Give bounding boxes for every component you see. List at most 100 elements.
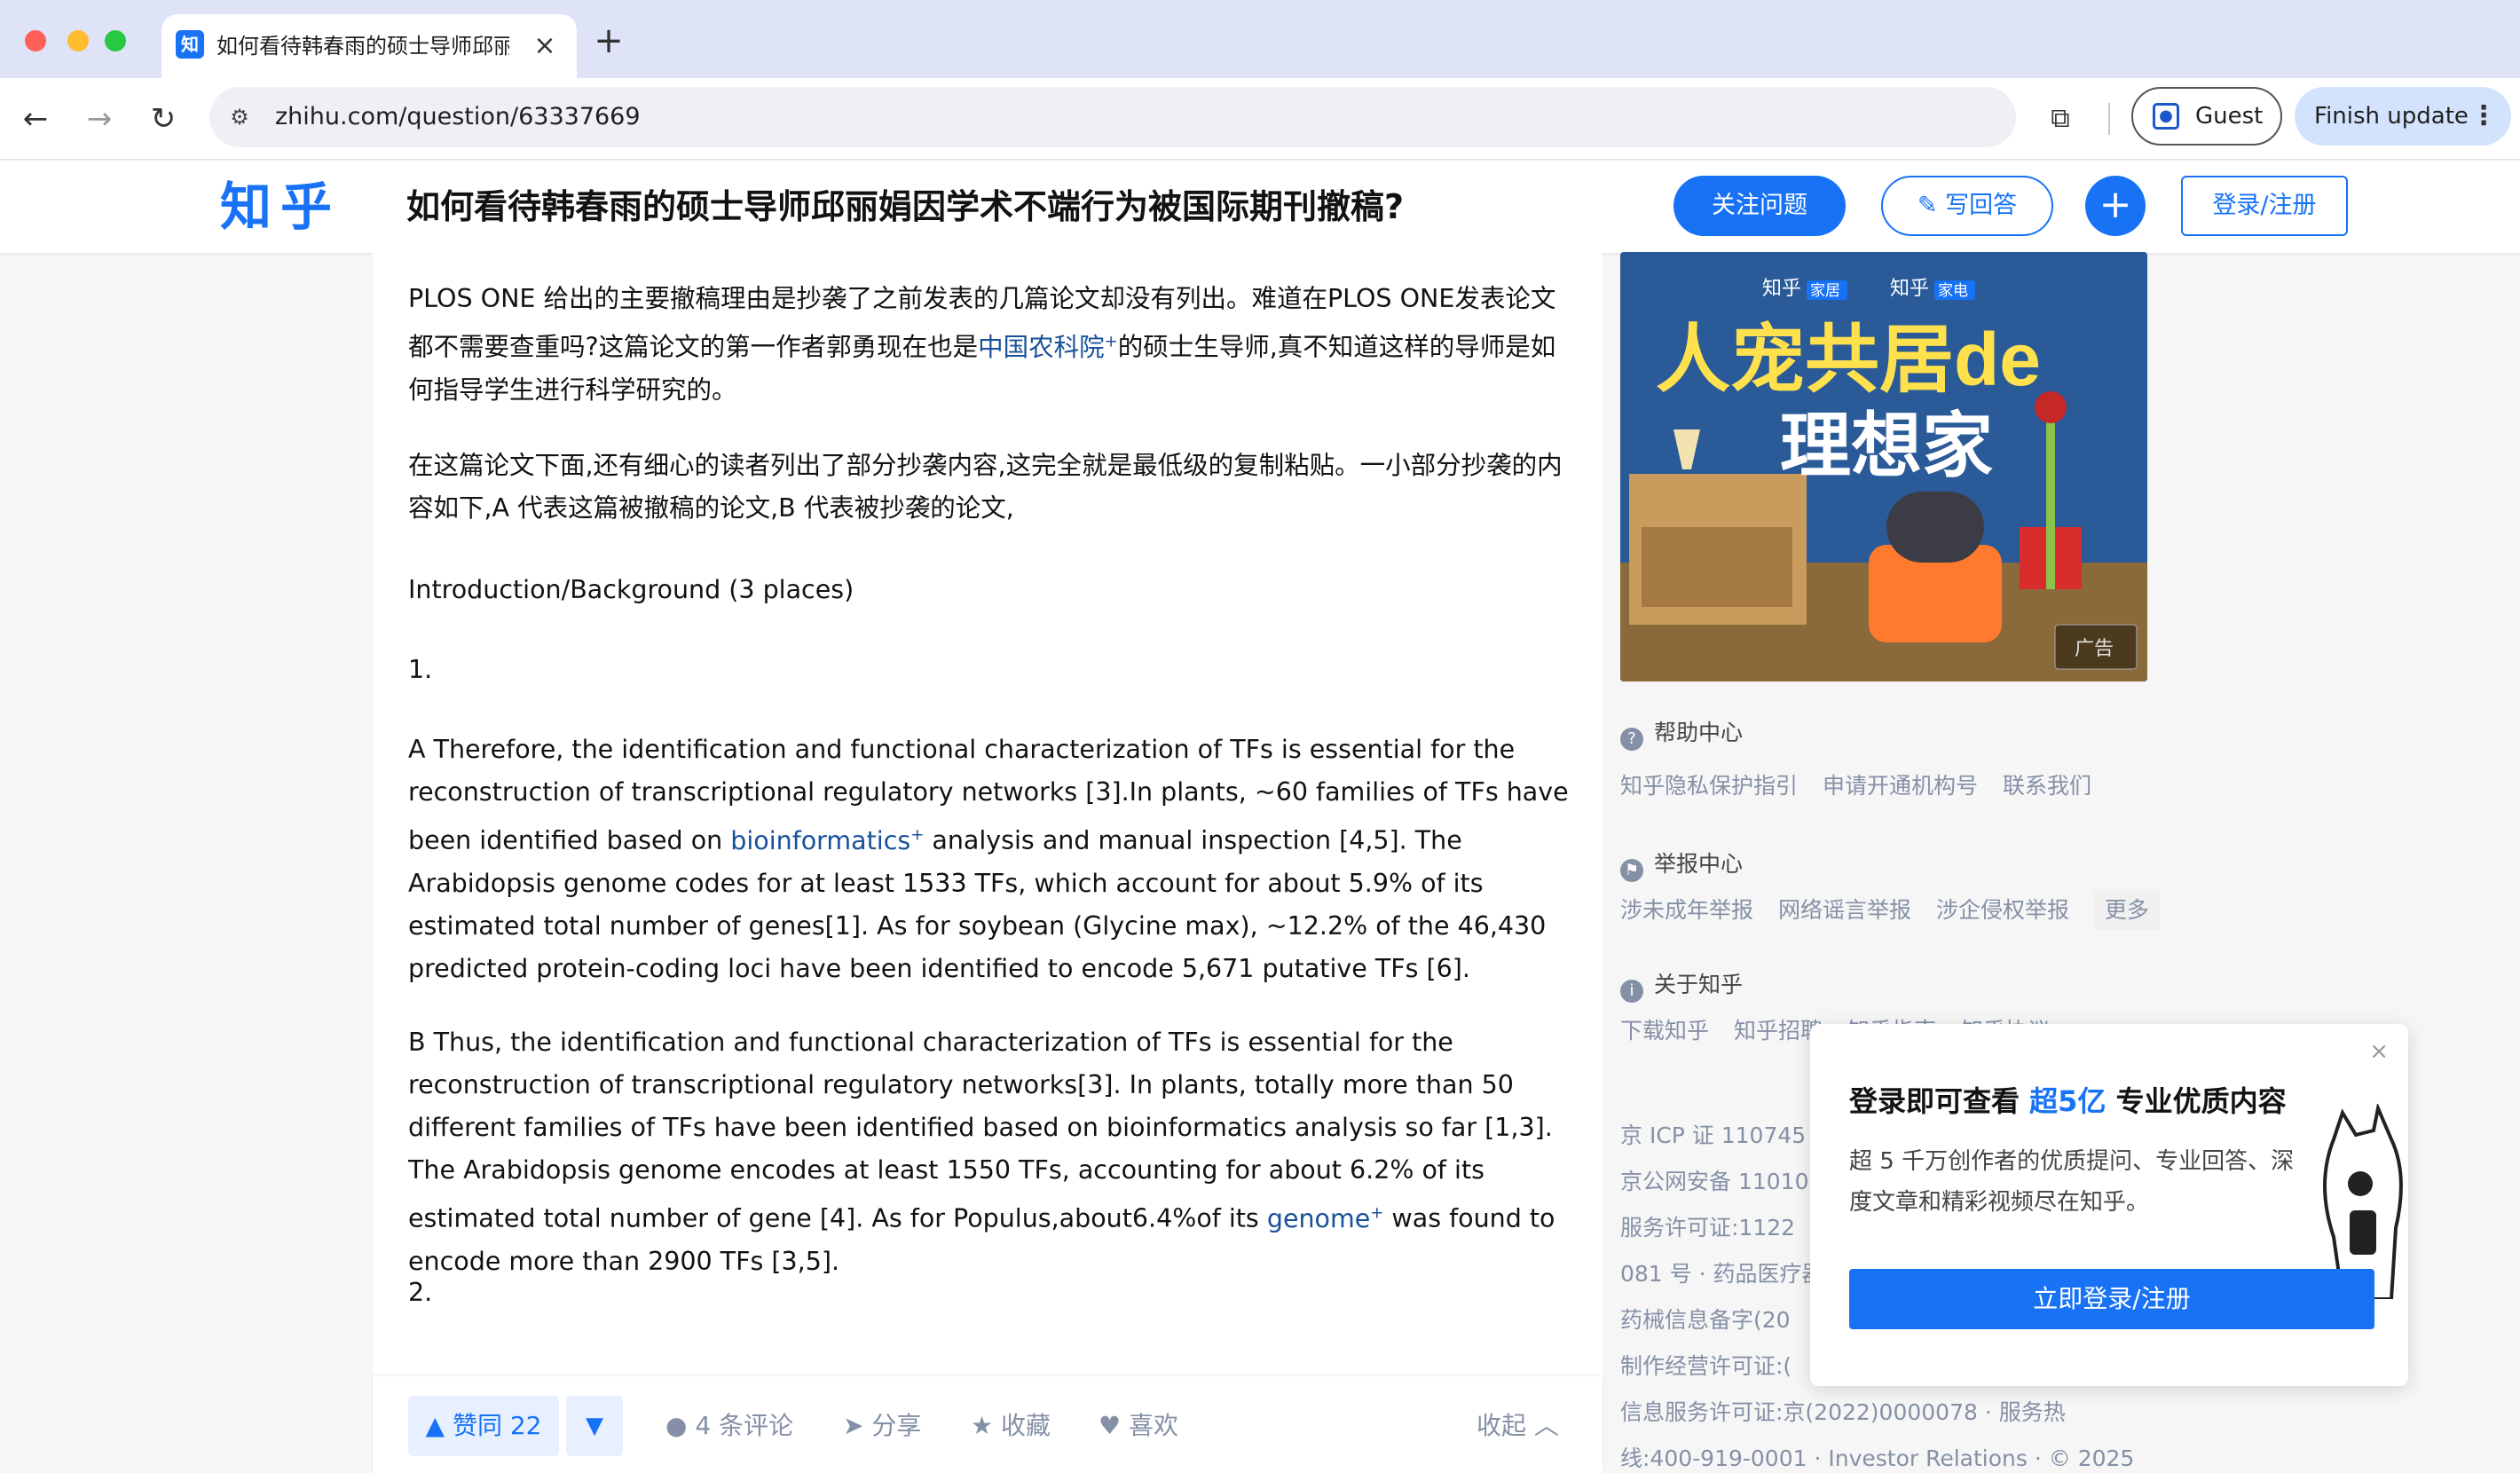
follow-question-button[interactable]: 关注问题 [1673, 176, 1846, 236]
answer-paragraph-5: A Therefore, the identification and func… [408, 729, 1579, 990]
sidebar-ad[interactable]: 知乎 家居 知乎 家电 人宠共居de 理想家 广告 [1620, 252, 2147, 681]
footer-line[interactable]: 药械信息备字(20 [1620, 1297, 1791, 1343]
report-center-heading: ⚑ 举报中心 [1620, 847, 1743, 882]
browser-tab-bar: 知 如何看待韩春雨的硕士导师邱丽娟因学术不端行为被国际期刊撤稿? × + [0, 0, 2520, 78]
back-button[interactable]: ← [12, 96, 59, 142]
minimize-window-button[interactable] [67, 30, 89, 51]
collect-label: 收藏 [1001, 1411, 1051, 1440]
help-links: 知乎隐私保护指引 申请开通机构号 联系我们 [1620, 767, 2109, 806]
footer-line[interactable]: 京 ICP 证 110745 号 [1620, 1113, 1835, 1159]
ad-headline: 人宠共居de [1656, 318, 2041, 401]
comment-icon: ● [665, 1411, 696, 1440]
about-zhihu-heading: i 关于知乎 [1620, 967, 1743, 1003]
help-center-heading: ? 帮助中心 [1620, 715, 1743, 751]
link-jobs[interactable]: 知乎招聘 [1734, 1018, 1823, 1044]
upvote-button[interactable]: ▲ 赞同 22 [408, 1396, 559, 1456]
flag-icon: ⚑ [1620, 859, 1643, 882]
guest-label: Guest [2195, 103, 2264, 130]
reload-button[interactable]: ↻ [140, 96, 186, 142]
link-apply-org-account[interactable]: 申请开通机构号 [1823, 773, 1978, 799]
heart-icon: ♥ [1099, 1411, 1130, 1440]
popup-title-highlight: 超5亿 [2029, 1084, 2107, 1118]
comments-label: 4 条评论 [695, 1411, 794, 1440]
help-center-label: 帮助中心 [1654, 720, 1744, 745]
close-window-button[interactable] [25, 30, 46, 51]
question-icon: ? [1620, 728, 1643, 751]
tab-title: 如何看待韩春雨的硕士导师邱丽娟因学术不端行为被国际期刊撤稿? [217, 34, 509, 59]
zoom-window-button[interactable] [105, 30, 126, 51]
question-title: 如何看待韩春雨的硕士导师邱丽娟因学术不端行为被国际期刊撤稿? [406, 187, 1405, 226]
login-now-button[interactable]: 立即登录/注册 [1849, 1269, 2374, 1329]
footer-line[interactable]: 制作经营许可证:( [1620, 1343, 1792, 1390]
login-register-button[interactable]: 登录/注册 [2181, 176, 2348, 236]
share-button[interactable]: ➤ 分享 [843, 1396, 921, 1456]
answer-paragraph-4: 1. [408, 655, 433, 684]
ad-illustration: 知乎 家居 知乎 家电 人宠共居de 理想家 广告 [1620, 252, 2147, 681]
link-caas[interactable]: 中国农科院+ [978, 332, 1118, 362]
ad-brand: 知乎 [1762, 277, 1801, 299]
more-button[interactable]: 更多 [2093, 891, 2160, 930]
login-popup: × 登录即可查看 超5亿 专业优质内容 超 5 千万创作者的优质提问、专业回答、… [1810, 1024, 2408, 1386]
forward-button[interactable]: → [76, 96, 122, 142]
comments-button[interactable]: ● 4 条评论 [665, 1396, 793, 1456]
answer-paragraph-3: Introduction/Background (3 places) [408, 575, 854, 604]
more-menu-icon[interactable]: ⋮ [2470, 87, 2497, 146]
ad-brand: 知乎 [1890, 277, 1929, 299]
ad-tag: 广告 [2075, 637, 2114, 659]
collapse-button[interactable]: 收起 ︿ [1477, 1396, 1559, 1456]
link-bioinformatics[interactable]: bioinformatics+ [730, 825, 925, 855]
link-download[interactable]: 下载知乎 [1620, 1018, 1709, 1044]
browser-toolbar: ← → ↻ ⚙ zhihu.com/question/63337669 ⧉ ● … [0, 78, 2520, 160]
toolbar-divider [2108, 103, 2110, 135]
report-links: 涉未成年举报 网络谣言举报 涉企侵权举报 更多 [1620, 891, 2177, 930]
add-button[interactable]: + [2085, 176, 2146, 236]
search-tabs-icon[interactable]: ⧉ [2041, 101, 2080, 137]
url-text[interactable]: zhihu.com/question/63337669 [275, 87, 641, 147]
ad-brand-tag: 家电 [1938, 282, 1968, 299]
link-contact-us[interactable]: 联系我们 [2003, 773, 2091, 799]
paragraph-text: B Thus, the identification and functiona… [408, 1028, 1553, 1233]
info-icon: i [1620, 980, 1643, 1003]
answer-card: PLOS ONE 给出的主要撤稿理由是抄袭了之前发表的几篇论文却没有列出。难道在… [373, 253, 1603, 1473]
like-label: 喜欢 [1129, 1411, 1179, 1440]
write-answer-button[interactable]: ✎ 写回答 [1881, 176, 2053, 236]
popup-title-text: 专业优质内容 [2106, 1084, 2287, 1118]
browser-tab-active[interactable]: 知 如何看待韩春雨的硕士导师邱丽娟因学术不端行为被国际期刊撤稿? × [161, 14, 577, 78]
answer-paragraph-2: 在这篇论文下面,还有细心的读者列出了部分抄袭内容,这完全就是最低级的复制粘贴。一… [408, 451, 1563, 523]
zhihu-logo[interactable]: 知乎 [220, 161, 341, 253]
collapse-label: 收起 [1477, 1411, 1527, 1440]
finish-update-button[interactable]: Finish update ⋮ [2295, 87, 2511, 146]
ad-headline: 理想家 [1780, 406, 1993, 485]
footer-line[interactable]: 服务许可证:1122 [1620, 1205, 1795, 1251]
popup-title-text: 登录即可查看 [1849, 1084, 2030, 1118]
site-settings-icon[interactable]: ⚙ [225, 103, 254, 131]
answer-paragraph-1: PLOS ONE 给出的主要撤稿理由是抄袭了之前发表的几篇论文却没有列出。难道在… [408, 278, 1579, 412]
popup-description: 超 5 千万创作者的优质提问、专业回答、深度文章和精彩视频尽在知乎。 [1849, 1148, 2295, 1216]
answer-paragraph-7: 2. [408, 1278, 433, 1307]
link-genome[interactable]: genome+ [1267, 1203, 1384, 1233]
guest-profile-button[interactable]: ● Guest [2131, 87, 2282, 146]
link-privacy-guide[interactable]: 知乎隐私保护指引 [1620, 773, 1798, 799]
report-center-label: 举报中心 [1654, 851, 1744, 877]
link-rumor-report[interactable]: 网络谣言举报 [1778, 897, 1911, 923]
link-marker: + [910, 825, 925, 844]
new-tab-button[interactable]: + [591, 23, 626, 59]
footer-line[interactable]: 信息服务许可证:京(2022)0000078 · 服务热 [1620, 1390, 2066, 1436]
paper-plane-icon: ➤ [843, 1411, 872, 1440]
downvote-button[interactable]: ▼ [566, 1396, 623, 1456]
footer-line[interactable]: 081 号 · 药品医疗器 [1620, 1251, 1824, 1297]
zhihu-favicon-icon: 知 [176, 30, 204, 59]
footer-line[interactable]: 线:400-919-0001 · Investor Relations · © … [1620, 1436, 2134, 1473]
star-icon: ★ [971, 1411, 1002, 1440]
pencil-icon: ✎ [1917, 192, 1946, 219]
answer-paragraph-6: B Thus, the identification and functiona… [408, 1021, 1579, 1283]
link-minor-report[interactable]: 涉未成年举报 [1620, 897, 1753, 923]
about-label: 关于知乎 [1654, 972, 1744, 997]
ad-brand-tag: 家居 [1810, 282, 1840, 299]
link-infringement-report[interactable]: 涉企侵权举报 [1936, 897, 2069, 923]
address-bar[interactable]: ⚙ zhihu.com/question/63337669 [209, 87, 2016, 147]
close-tab-icon[interactable]: × [529, 30, 561, 62]
like-button[interactable]: ♥ 喜欢 [1099, 1396, 1178, 1456]
collect-button[interactable]: ★ 收藏 [971, 1396, 1051, 1456]
close-icon[interactable]: × [2369, 1038, 2389, 1065]
